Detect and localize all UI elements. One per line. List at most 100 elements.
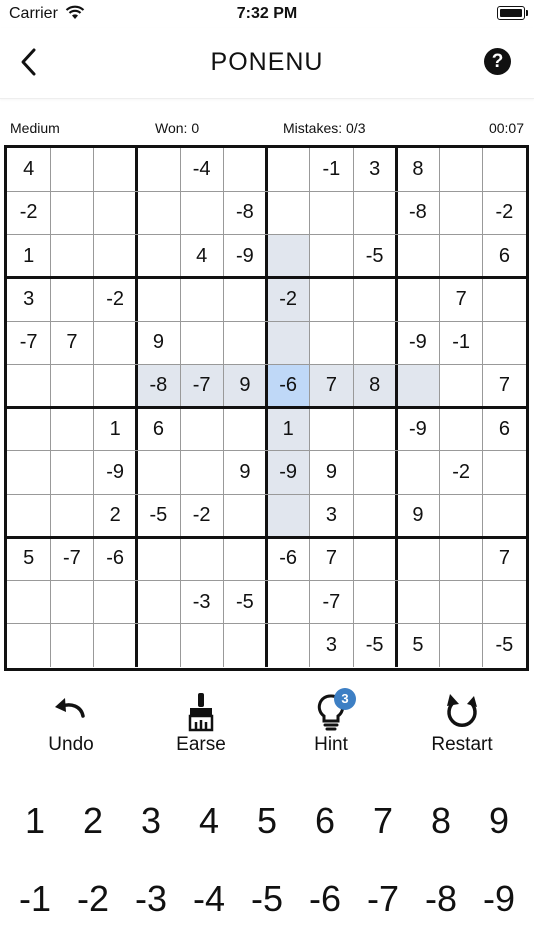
board-cell[interactable] [50, 451, 93, 494]
board-cell[interactable] [94, 321, 137, 364]
board-cell[interactable] [137, 624, 180, 667]
board-cell[interactable] [396, 278, 439, 321]
board-cell[interactable] [137, 451, 180, 494]
board-cell[interactable]: 9 [310, 451, 353, 494]
number-key[interactable]: 7 [354, 800, 412, 842]
board-cell[interactable] [94, 148, 137, 191]
board-cell[interactable]: -5 [353, 624, 396, 667]
hint-button[interactable]: 3 Hint [276, 688, 386, 756]
board-cell[interactable] [137, 235, 180, 278]
board-cell[interactable] [50, 581, 93, 624]
board-cell[interactable] [180, 451, 223, 494]
board-cell[interactable] [223, 624, 266, 667]
number-key[interactable]: -7 [354, 878, 412, 920]
board-cell[interactable]: -2 [440, 451, 483, 494]
number-key[interactable]: 5 [238, 800, 296, 842]
board-cell[interactable]: 5 [396, 624, 439, 667]
board-cell[interactable]: -5 [137, 494, 180, 537]
board-cell[interactable] [180, 408, 223, 451]
board-cell[interactable]: 1 [266, 407, 310, 451]
board-cell[interactable] [396, 581, 439, 624]
board-cell[interactable] [310, 235, 353, 278]
board-cell[interactable] [94, 624, 137, 667]
board-cell[interactable]: -1 [440, 321, 483, 364]
board-cell[interactable]: -9 [396, 408, 439, 451]
number-key[interactable]: 8 [412, 800, 470, 842]
board-cell[interactable]: 6 [483, 408, 526, 451]
board-cell[interactable]: 4 [7, 148, 50, 191]
board-cell[interactable]: 8 [396, 148, 439, 191]
board-cell[interactable] [50, 408, 93, 451]
board-cell[interactable]: 5 [7, 537, 50, 580]
help-button[interactable]: ? [484, 48, 511, 75]
board-cell[interactable]: 3 [353, 148, 396, 191]
board-cell[interactable] [180, 321, 223, 364]
board-cell[interactable]: 9 [223, 451, 266, 494]
board-cell[interactable] [137, 191, 180, 234]
board-cell[interactable] [137, 148, 180, 191]
board-cell[interactable] [353, 321, 396, 364]
board-cell[interactable]: 7 [309, 364, 353, 408]
board-cell[interactable] [266, 234, 310, 278]
board-cell[interactable]: -6 [267, 537, 310, 580]
board-cell[interactable]: 9 [137, 321, 180, 364]
board-cell[interactable]: 7 [50, 321, 93, 364]
board-cell[interactable] [50, 624, 93, 667]
board-cell[interactable]: 6 [483, 235, 526, 278]
board-cell[interactable]: -9 [266, 450, 310, 494]
board-cell[interactable] [353, 191, 396, 234]
board-cell[interactable] [94, 364, 137, 407]
board-cell[interactable]: -7 [50, 537, 93, 580]
board-cell[interactable] [353, 581, 396, 624]
erase-button[interactable]: Earse [146, 690, 256, 756]
board-cell[interactable] [137, 537, 180, 580]
number-key[interactable]: -9 [470, 878, 528, 920]
board-cell[interactable]: -7 [310, 581, 353, 624]
board-cell[interactable]: -8 [396, 191, 439, 234]
board-cell[interactable] [7, 451, 50, 494]
board-cell[interactable] [310, 408, 353, 451]
board-cell[interactable] [440, 537, 483, 580]
board-cell[interactable] [223, 321, 266, 364]
board-cell[interactable]: -5 [353, 235, 396, 278]
number-key[interactable]: -6 [296, 878, 354, 920]
number-key[interactable]: 9 [470, 800, 528, 842]
number-key[interactable]: -4 [180, 878, 238, 920]
board-cell[interactable]: -9 [223, 235, 266, 278]
board-cell[interactable] [440, 408, 483, 451]
board-cell[interactable] [440, 581, 483, 624]
board-cell[interactable] [94, 191, 137, 234]
board-cell[interactable] [353, 278, 396, 321]
board-cell[interactable] [310, 321, 353, 364]
board-cell[interactable] [94, 235, 137, 278]
board-cell[interactable]: 7 [483, 364, 526, 407]
board-cell[interactable] [483, 494, 526, 537]
board-cell[interactable]: 9 [223, 364, 267, 408]
board-cell[interactable]: -1 [310, 148, 353, 191]
board-cell[interactable]: 3 [7, 278, 50, 321]
board-cell[interactable] [50, 494, 93, 537]
board-cell[interactable] [483, 148, 526, 191]
board-cell[interactable] [94, 581, 137, 624]
board-cell[interactable]: -9 [396, 321, 439, 364]
board-cell[interactable]: -2 [266, 277, 310, 321]
board-cell[interactable] [137, 278, 180, 321]
board-cell[interactable]: -6 [266, 364, 310, 408]
board-cell[interactable] [266, 321, 310, 365]
board-cell[interactable] [180, 537, 223, 580]
board-cell[interactable]: -6 [94, 537, 137, 580]
board-cell[interactable]: -5 [223, 581, 266, 624]
board-cell[interactable]: 1 [7, 235, 50, 278]
board-cell[interactable] [267, 581, 310, 624]
board-cell[interactable] [7, 581, 50, 624]
board-cell[interactable] [353, 494, 396, 537]
board-cell[interactable] [7, 408, 50, 451]
board-cell[interactable]: -7 [7, 321, 50, 364]
board-cell[interactable]: 7 [440, 278, 483, 321]
number-key[interactable]: -3 [122, 878, 180, 920]
board-cell[interactable]: 3 [310, 624, 353, 667]
board-cell[interactable] [50, 148, 93, 191]
board-cell[interactable] [7, 364, 50, 407]
board-cell[interactable] [7, 494, 50, 537]
board-cell[interactable] [223, 148, 266, 191]
